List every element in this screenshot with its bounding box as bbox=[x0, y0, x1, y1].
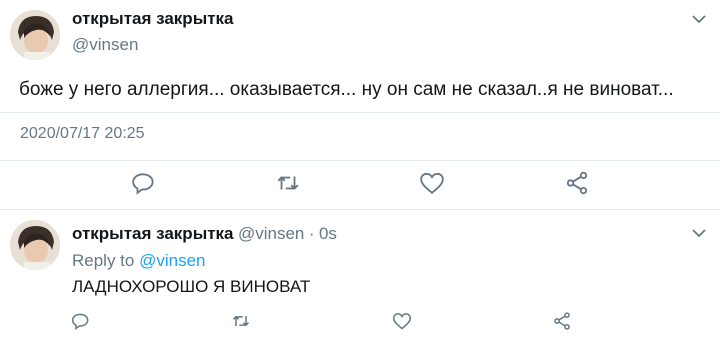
like-icon[interactable] bbox=[419, 170, 445, 196]
avatar-image bbox=[10, 220, 60, 270]
chevron-down-icon[interactable] bbox=[690, 10, 708, 28]
avatar[interactable] bbox=[10, 10, 60, 60]
main-tweet: открытая закрытка @vinsen боже у него ал… bbox=[0, 0, 720, 209]
reply-header: открытая закрытка @vinsen · 0s bbox=[72, 224, 337, 244]
reply-to-line: Reply to @vinsen bbox=[72, 251, 206, 271]
reply-icon[interactable] bbox=[71, 311, 91, 331]
divider bbox=[0, 112, 720, 113]
reply-to-handle[interactable]: @vinsen bbox=[139, 251, 205, 270]
retweet-icon[interactable] bbox=[275, 170, 301, 196]
chevron-down-icon[interactable] bbox=[690, 224, 708, 242]
tweet-timestamp: 2020/07/17 20:25 bbox=[20, 125, 145, 142]
retweet-icon[interactable] bbox=[231, 311, 251, 331]
separator: · bbox=[308, 224, 315, 243]
action-bar bbox=[0, 311, 720, 341]
author-name[interactable]: открытая закрытка bbox=[72, 224, 234, 243]
reply-to-prefix: Reply to bbox=[72, 251, 135, 270]
author-handle[interactable]: @vinsen bbox=[238, 224, 304, 243]
like-icon[interactable] bbox=[392, 311, 412, 331]
reply-icon[interactable] bbox=[131, 170, 157, 196]
time-ago: 0s bbox=[318, 224, 337, 243]
action-bar bbox=[0, 170, 720, 200]
author-handle[interactable]: @vinsen bbox=[72, 35, 138, 55]
share-icon[interactable] bbox=[552, 311, 572, 331]
reply-text: ЛАДНОХОРОШО Я ВИНОВАТ bbox=[72, 277, 311, 296]
reply-tweet: открытая закрытка @vinsen · 0s Reply to … bbox=[0, 209, 720, 351]
divider bbox=[0, 160, 720, 161]
share-icon[interactable] bbox=[564, 170, 590, 196]
avatar-image bbox=[10, 10, 60, 60]
author-name[interactable]: открытая закрытка bbox=[72, 9, 234, 29]
avatar[interactable] bbox=[10, 220, 60, 270]
tweet-text: боже у него аллергия... оказывается... н… bbox=[19, 79, 674, 100]
